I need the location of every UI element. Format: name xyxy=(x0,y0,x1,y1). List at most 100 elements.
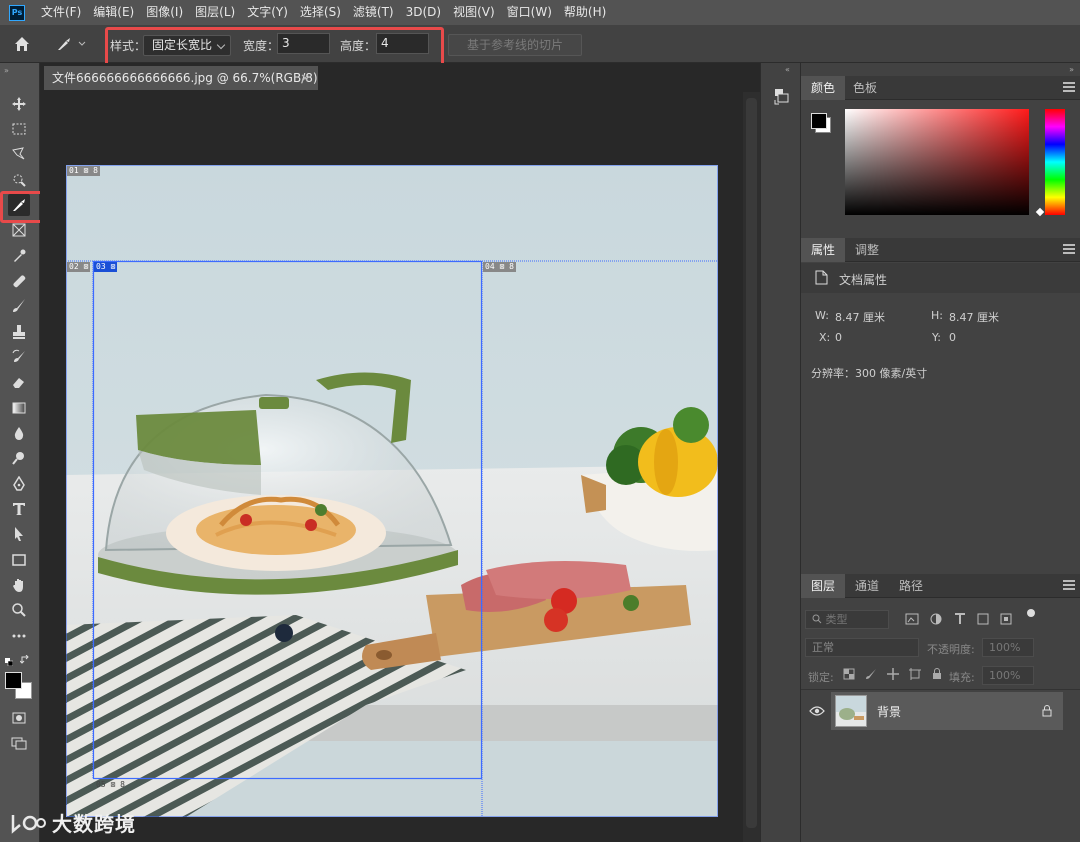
tab-swatches[interactable]: 色板 xyxy=(843,76,887,100)
menu-view[interactable]: 视图(V) xyxy=(447,0,501,25)
foreground-color-swatch[interactable] xyxy=(5,672,22,689)
close-icon[interactable]: × xyxy=(300,66,310,90)
y-prop-label: Y: xyxy=(932,331,941,344)
healing-brush-tool-icon[interactable] xyxy=(8,270,30,292)
eraser-tool-icon[interactable] xyxy=(8,371,30,393)
tab-paths[interactable]: 路径 xyxy=(889,574,933,598)
document-canvas[interactable]: 01 ⊠ 8 02 ⊠ 03 ⊠ 04 ⊠ 8 05 ⊠ 8 xyxy=(66,165,718,817)
slice-label-05: 05 ⊠ 8 xyxy=(96,780,125,789)
visibility-eye-icon[interactable] xyxy=(809,705,825,717)
panel-menu-icon[interactable] xyxy=(1063,82,1075,94)
slice-number: 02 xyxy=(69,262,79,271)
menu-select[interactable]: 选择(S) xyxy=(294,0,347,25)
panel-menu-icon[interactable] xyxy=(1063,244,1075,256)
hand-tool-icon[interactable] xyxy=(8,574,30,596)
slice-number: 03 xyxy=(96,262,106,271)
chevron-down-icon xyxy=(78,41,86,46)
menu-help[interactable]: 帮助(H) xyxy=(558,0,612,25)
slice-number: 04 xyxy=(485,262,495,271)
eyedropper-tool-icon[interactable] xyxy=(8,245,30,267)
filter-smart-object-icon[interactable] xyxy=(999,612,1013,626)
color-panel-header: 颜色 色板 xyxy=(801,76,1080,100)
menu-3d[interactable]: 3D(D) xyxy=(400,0,447,25)
quick-mask-icon[interactable] xyxy=(8,707,30,729)
fill-input[interactable]: 100% xyxy=(982,666,1034,685)
layer-row-background[interactable]: 背景 xyxy=(831,692,1063,730)
menu-type[interactable]: 文字(Y) xyxy=(241,0,294,25)
layer-thumbnail xyxy=(835,695,867,727)
default-colors-icon[interactable] xyxy=(5,655,14,667)
more-tools-icon[interactable] xyxy=(8,625,30,647)
menu-file[interactable]: 文件(F) xyxy=(35,0,87,25)
zoom-tool-icon[interactable] xyxy=(8,599,30,621)
lock-position-icon[interactable] xyxy=(887,668,899,680)
filter-type-icon[interactable] xyxy=(953,612,967,626)
home-icon[interactable] xyxy=(14,36,30,52)
opacity-input[interactable]: 100% xyxy=(982,638,1034,657)
collapse-arrows-icon[interactable]: » xyxy=(4,66,9,75)
menu-edit[interactable]: 编辑(E) xyxy=(87,0,140,25)
y-prop-value: 0 xyxy=(949,331,956,344)
lock-transparent-icon[interactable] xyxy=(843,668,855,680)
filter-shape-icon[interactable] xyxy=(976,612,990,626)
properties-panel-header: 属性 调整 xyxy=(801,238,1080,262)
brush-tool-icon[interactable] xyxy=(8,295,30,317)
fill-label: 填充: xyxy=(949,671,975,684)
color-fg-swatch[interactable] xyxy=(811,113,827,129)
tab-layers[interactable]: 图层 xyxy=(801,574,846,598)
lasso-tool-icon[interactable] xyxy=(8,143,30,165)
blur-tool-icon[interactable] xyxy=(8,422,30,444)
panel-menu-icon[interactable] xyxy=(1063,580,1075,592)
history-panel-icon[interactable] xyxy=(773,87,791,107)
slice-label-03[interactable]: 03 ⊠ xyxy=(94,262,118,272)
collapse-arrows-icon[interactable]: » xyxy=(1069,65,1074,74)
blend-mode-select[interactable]: 正常 xyxy=(805,638,919,657)
hue-slider[interactable] xyxy=(1045,109,1065,215)
tab-channels[interactable]: 通道 xyxy=(845,574,889,598)
lock-pixels-icon[interactable] xyxy=(865,668,877,680)
type-tool-icon[interactable] xyxy=(8,498,30,520)
path-selection-tool-icon[interactable] xyxy=(8,523,30,545)
layers-panel-header: 图层 通道 路径 xyxy=(801,574,1080,598)
menu-image[interactable]: 图像(I) xyxy=(140,0,189,25)
dodge-tool-icon[interactable] xyxy=(8,447,30,469)
screen-mode-icon[interactable] xyxy=(8,732,30,754)
pen-tool-icon[interactable] xyxy=(8,473,30,495)
filter-pixel-icon[interactable] xyxy=(905,612,919,626)
resolution-prop: 分辨率：300 像素/英寸 xyxy=(811,367,928,380)
slices-from-guides-button[interactable]: 基于参考线的切片 xyxy=(448,34,582,56)
document-icon xyxy=(815,270,828,285)
filter-adjustment-icon[interactable] xyxy=(929,612,943,626)
lock-artboard-icon[interactable] xyxy=(909,668,921,680)
slice-label-04: 04 ⊠ 8 xyxy=(483,262,516,272)
tab-adjustments[interactable]: 调整 xyxy=(845,238,889,262)
move-tool-icon[interactable] xyxy=(8,93,30,115)
tool-preset-picker[interactable] xyxy=(56,36,96,52)
color-field[interactable] xyxy=(845,109,1029,215)
scrollbar-thumb[interactable] xyxy=(746,98,757,828)
document-tab[interactable]: 文件666666666666666.jpg @ 66.7%(RGB/8) * × xyxy=(44,66,318,109)
search-icon xyxy=(812,614,822,624)
lock-all-icon[interactable] xyxy=(931,668,943,680)
clone-stamp-tool-icon[interactable] xyxy=(8,321,30,343)
history-brush-tool-icon[interactable] xyxy=(8,346,30,368)
layer-filter-kind[interactable]: 类型 xyxy=(805,610,889,629)
menu-window[interactable]: 窗口(W) xyxy=(501,0,558,25)
menu-layer[interactable]: 图层(L) xyxy=(189,0,241,25)
gradient-tool-icon[interactable] xyxy=(8,397,30,419)
swap-colors-icon[interactable] xyxy=(19,654,30,664)
collapsed-panel-dock: « xyxy=(760,63,800,842)
marquee-tool-icon[interactable] xyxy=(8,118,30,140)
menu-bar: Ps 文件(F) 编辑(E) 图像(I) 图层(L) 文字(Y) 选择(S) 滤… xyxy=(0,0,1080,25)
vertical-scrollbar[interactable] xyxy=(743,92,760,842)
tab-properties[interactable]: 属性 xyxy=(801,238,846,262)
filter-toggle-icon[interactable] xyxy=(1027,609,1035,617)
collapse-arrows-icon[interactable]: « xyxy=(785,65,790,74)
x-prop-value: 0 xyxy=(835,331,842,344)
hue-slider-handle[interactable] xyxy=(1035,207,1045,217)
rectangle-tool-icon[interactable] xyxy=(8,549,30,571)
tab-color[interactable]: 颜色 xyxy=(801,76,846,100)
quick-select-tool-icon[interactable] xyxy=(8,169,30,191)
menu-filter[interactable]: 滤镜(T) xyxy=(347,0,400,25)
slice-tool-icon xyxy=(58,38,70,50)
